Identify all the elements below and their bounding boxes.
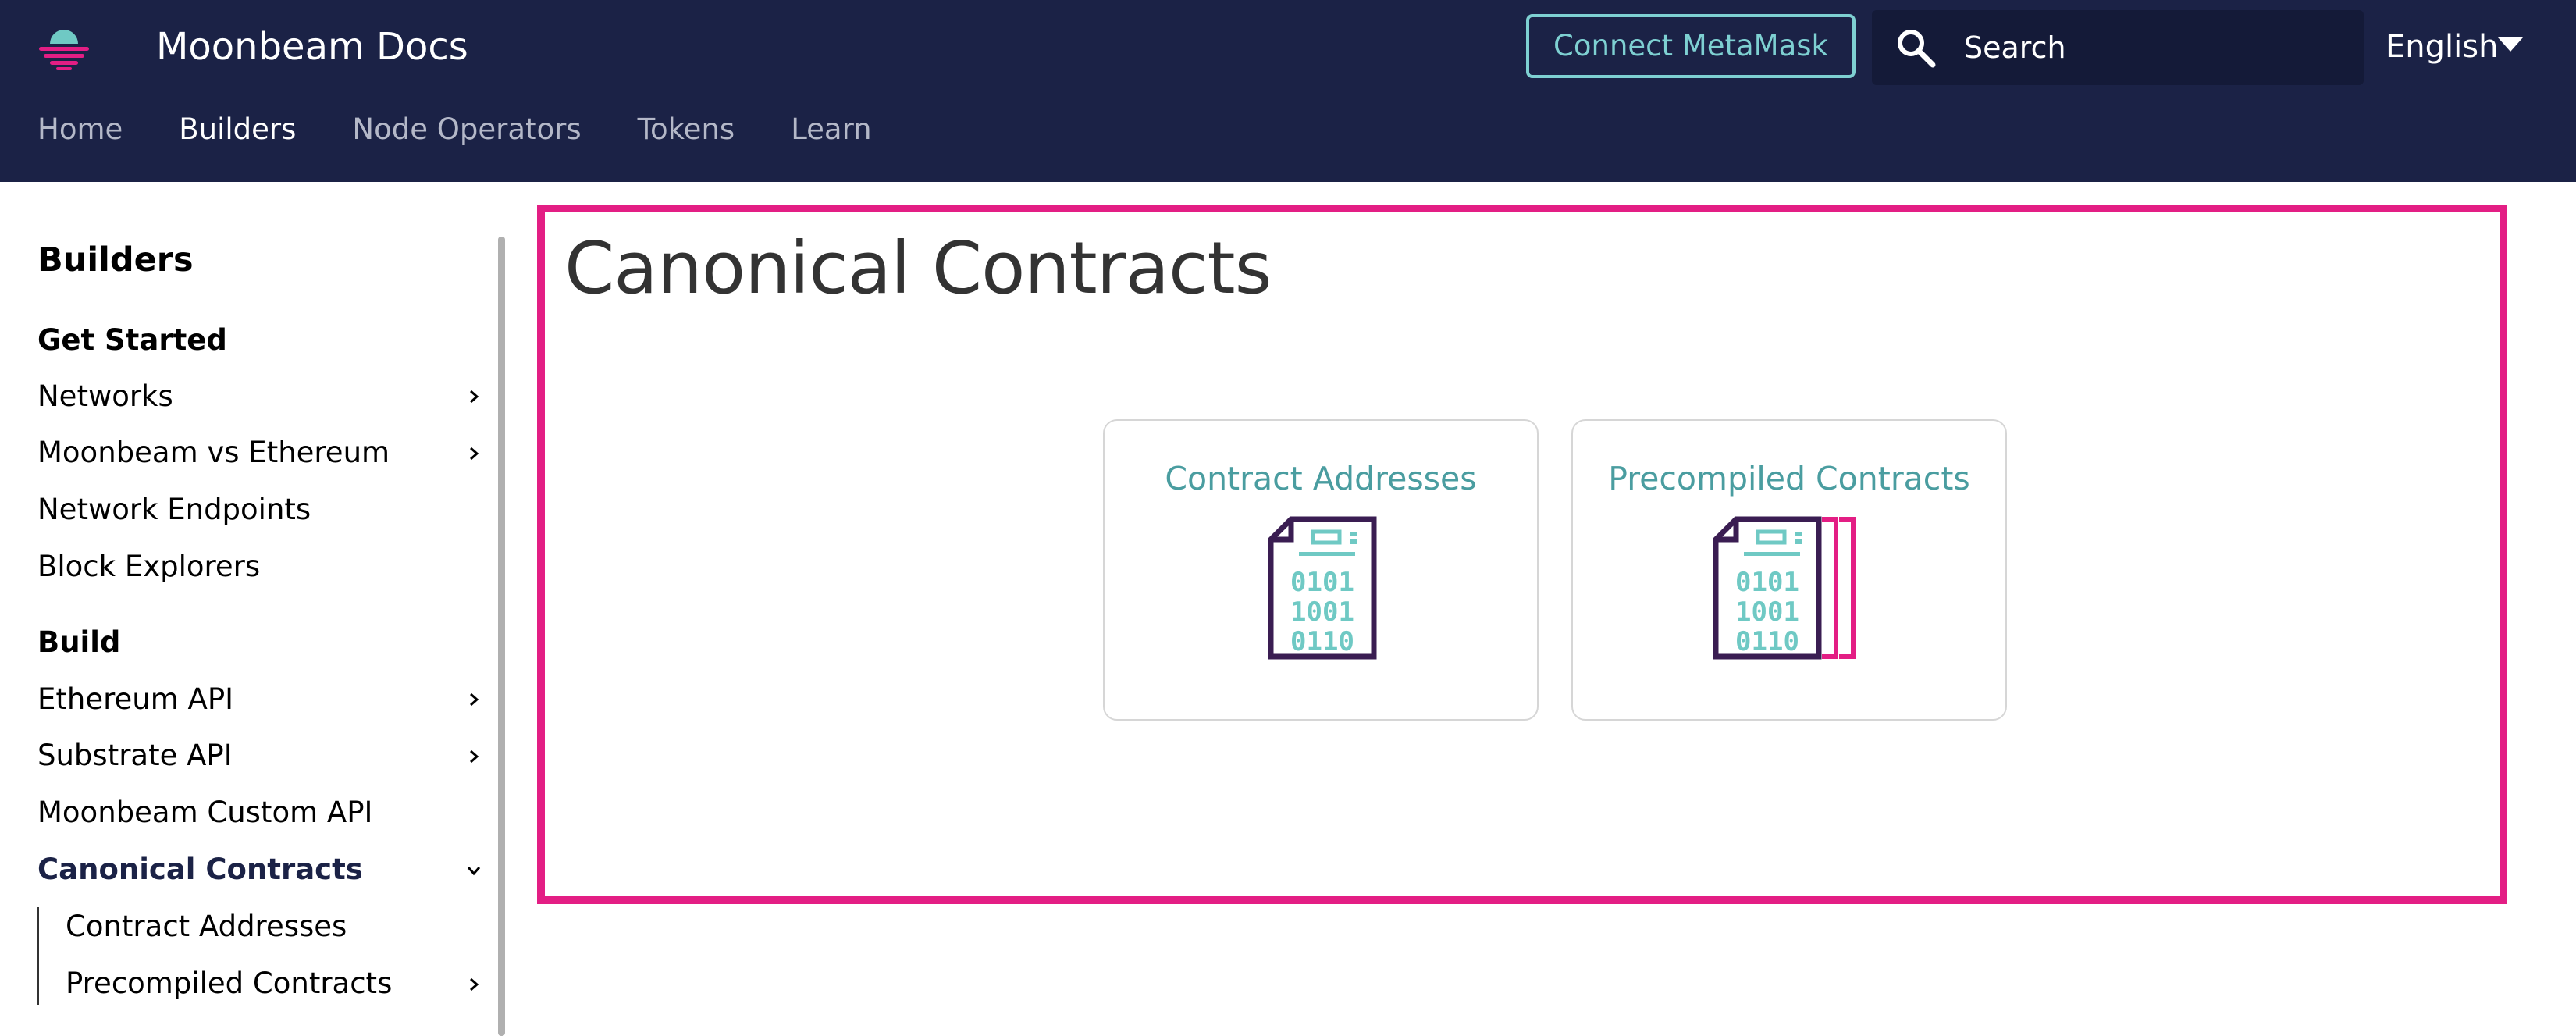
sidebar-item-substrate-api[interactable]: Substrate API — [37, 739, 233, 772]
sidebar-item-ethereum-api[interactable]: Ethereum API — [37, 682, 233, 716]
page-title: Canonical Contracts — [564, 226, 1272, 310]
sidebar-item-block-explorers[interactable]: Block Explorers — [37, 550, 260, 583]
sidebar-subitem-contract-addresses[interactable]: Contract Addresses — [66, 910, 347, 943]
svg-text:0110: 0110 — [1290, 626, 1354, 657]
site-title[interactable]: Moonbeam Docs — [156, 22, 468, 72]
caret-down-icon[interactable] — [2498, 37, 2523, 52]
svg-text:0110: 0110 — [1735, 626, 1799, 657]
chevron-right-icon[interactable] — [467, 692, 481, 707]
nav-node-operators[interactable]: Node Operators — [352, 109, 581, 150]
sidebar-item-moonbeam-custom-api[interactable]: Moonbeam Custom API — [37, 796, 372, 829]
search-box[interactable]: Search — [1872, 10, 2364, 85]
sidebar-scrollbar[interactable] — [498, 237, 505, 1036]
nav-builders[interactable]: Builders — [179, 109, 296, 150]
search-placeholder: Search — [1964, 30, 2066, 65]
sidebar-heading: Builders — [37, 240, 194, 279]
nav-home[interactable]: Home — [37, 109, 123, 150]
svg-text:1001: 1001 — [1290, 596, 1354, 628]
chevron-right-icon[interactable] — [467, 749, 481, 764]
moonbeam-logo-icon[interactable] — [36, 22, 92, 72]
sidebar-item-moonbeam-vs-ethereum[interactable]: Moonbeam vs Ethereum — [37, 436, 390, 469]
chevron-right-icon[interactable] — [467, 390, 481, 404]
submenu-divider — [37, 907, 39, 1005]
nav-learn[interactable]: Learn — [791, 109, 871, 150]
card-precompiled-contracts[interactable]: Precompiled Contracts 0101 1001 0110 — [1571, 419, 2007, 721]
card-contract-addresses[interactable]: Contract Addresses 0101 1001 0110 — [1103, 419, 1539, 721]
sidebar-item-networks[interactable]: Networks — [37, 379, 173, 413]
chevron-down-icon[interactable] — [467, 863, 481, 878]
svg-text:0101: 0101 — [1290, 567, 1354, 598]
chevron-right-icon[interactable] — [467, 447, 481, 461]
language-selector[interactable]: English — [2386, 22, 2498, 72]
main-nav: Home Builders Node Operators Tokens Lear… — [37, 109, 872, 150]
sidebar-subitem-precompiled-contracts[interactable]: Precompiled Contracts — [66, 967, 392, 1000]
sidebar-item-network-endpoints[interactable]: Network Endpoints — [37, 493, 311, 526]
card-title: Precompiled Contracts — [1608, 460, 1970, 497]
binary-document-icon: 0101 1001 0110 — [1268, 516, 1377, 660]
nav-tokens[interactable]: Tokens — [638, 109, 735, 150]
sidebar-section-build: Build — [37, 625, 121, 659]
top-header: Moonbeam Docs Connect MetaMask Search En… — [0, 0, 2576, 182]
svg-text:0101: 0101 — [1735, 567, 1799, 598]
chevron-right-icon[interactable] — [467, 977, 481, 991]
connect-metamask-button[interactable]: Connect MetaMask — [1526, 14, 1856, 78]
card-title: Contract Addresses — [1165, 460, 1477, 497]
svg-text:1001: 1001 — [1735, 596, 1799, 628]
sidebar-section-get-started: Get Started — [37, 323, 227, 357]
search-icon — [1898, 30, 1936, 68]
sidebar-item-canonical-contracts[interactable]: Canonical Contracts — [37, 853, 363, 886]
binary-documents-stack-icon: 0101 1001 0110 — [1713, 516, 1856, 660]
